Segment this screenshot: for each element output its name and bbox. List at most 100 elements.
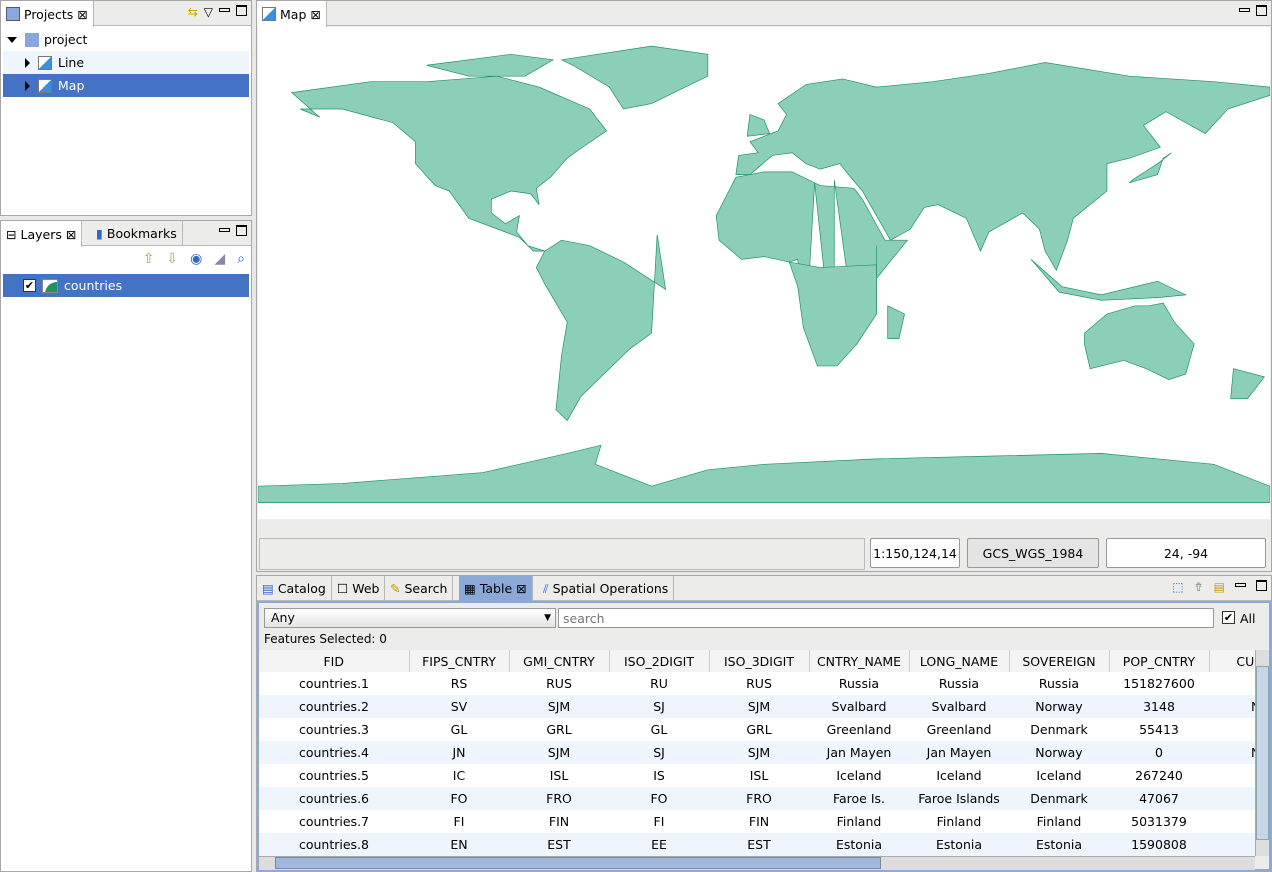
table-cell: GRL (546, 722, 572, 737)
table-row[interactable]: countries.4 JN SJM SJ SJM Jan Mayen Jan Mayen N… (259, 741, 1255, 764)
column-header[interactable]: FID (259, 650, 410, 672)
table-cell: countries.2 (259, 695, 409, 718)
table-cell: Denmark (1009, 787, 1109, 810)
table-cell: 47067 (1109, 787, 1209, 810)
column-header[interactable]: ISO_2DIGIT (609, 650, 710, 672)
tree-item-map[interactable]: Map (3, 74, 249, 97)
scale-field[interactable]: 1:150,124,14 (870, 538, 960, 568)
table-cell: 267240 (1135, 768, 1183, 783)
close-icon[interactable]: ⊠ (77, 7, 87, 22)
horizontal-scrollbar[interactable] (259, 856, 1255, 870)
table-row[interactable]: countries.1 RS RUS RU RUS Russia Russia Russia 1… (259, 672, 1255, 695)
column-header[interactable]: FIPS_CNTRY (409, 650, 510, 672)
table-cell: Russia (1038, 676, 1080, 691)
maximize-icon[interactable] (236, 225, 247, 236)
table-cell: RU (650, 676, 668, 691)
table-cell: Iceland (1036, 768, 1082, 783)
folder-icon (6, 7, 20, 21)
table-row[interactable]: countries.2 SV SJM SJ SJM Svalbard Svalbard Nor… (259, 695, 1255, 718)
column-header[interactable]: ISO_3DIGIT (709, 650, 810, 672)
table-cell: Jan Mayen (909, 741, 1009, 764)
column-header[interactable]: LONG_NAME (909, 650, 1010, 672)
crs-button[interactable]: GCS_WGS_1984 (967, 538, 1099, 568)
project-folder-icon (25, 32, 39, 47)
table-icon: ▦ (464, 581, 476, 596)
table-row[interactable]: countries.6 FO FRO FO FRO Faroe Is. Faroe Isla… (259, 787, 1255, 810)
africa-south (788, 261, 877, 367)
table-cell: 151827600 (1123, 676, 1195, 691)
down-arrow-icon[interactable]: ⇩ (166, 251, 178, 267)
south-america (535, 234, 667, 422)
column-header[interactable]: POP_CNTRY (1109, 650, 1210, 672)
tab-table[interactable]: ▦ Table ⊠ (459, 576, 533, 601)
bottom-tabbar: ▤ Catalog ☐ Web ✎ Search ▦ Table ⊠ ⫽ Spatial O… (257, 576, 1271, 601)
tab-layers[interactable]: ⊟ Layers ⊠ (1, 221, 83, 247)
layer-item-countries[interactable]: ✔ countries (3, 274, 249, 297)
minimize-icon[interactable] (219, 8, 230, 12)
expand-icon[interactable] (25, 80, 30, 91)
all-checkbox[interactable]: ✔ (1222, 611, 1235, 624)
close-icon[interactable]: ⊠ (66, 227, 76, 242)
promote-icon[interactable]: ⇮ (1194, 580, 1204, 594)
table-cell: Estonia (909, 833, 1009, 856)
map-canvas[interactable] (258, 27, 1270, 519)
triangle-icon[interactable]: ◢ (214, 251, 225, 267)
maximize-icon[interactable] (1256, 580, 1267, 591)
map-tabbar: Map ⊠ (257, 1, 1271, 27)
column-header[interactable]: CURR (1209, 650, 1255, 672)
table-cell: EST (709, 833, 809, 856)
table-cell: IS (653, 768, 665, 783)
close-icon[interactable]: ⊠ (516, 581, 526, 596)
tab-search[interactable]: ✎ Search (385, 576, 454, 601)
close-icon[interactable]: ⊠ (310, 7, 320, 22)
style-palette-icon[interactable]: ◉ (190, 251, 202, 267)
table-cell: Denmark (1030, 722, 1088, 737)
table-cell: Norway (1009, 741, 1109, 764)
map-icon (38, 55, 52, 70)
table-row[interactable]: countries.3 GL GRL GL GRL Greenland Greenland D… (259, 718, 1255, 741)
column-header[interactable]: GMI_CNTRY (509, 650, 610, 672)
search-input[interactable] (558, 608, 1214, 628)
maximize-icon[interactable] (1256, 5, 1267, 16)
view-menu-icon[interactable]: ▽ (204, 5, 213, 19)
maximize-icon[interactable] (236, 5, 247, 16)
minimize-icon[interactable] (1239, 8, 1250, 12)
projects-tabbar: Projects ⊠ ⇆ ▽ (1, 1, 251, 27)
table-cell: Finland (836, 814, 882, 829)
zoom-to-layer-icon[interactable]: ⌕ (237, 251, 245, 267)
table-cell: countries.4 (259, 741, 409, 764)
expand-icon[interactable] (25, 57, 30, 68)
export-icon[interactable]: ▤ (1214, 580, 1225, 594)
tab-bookmarks[interactable]: ▮ Bookmarks (91, 221, 183, 246)
link-icon[interactable]: ⇆ (188, 5, 198, 19)
table-cell: 5031379 (1131, 814, 1187, 829)
coordinates-field[interactable]: 24, -94 (1106, 538, 1266, 568)
table-cell: FRO (509, 787, 609, 810)
vertical-scrollbar[interactable] (1255, 650, 1269, 856)
minimize-icon[interactable] (219, 228, 230, 232)
table-row[interactable]: countries.5 IC ISL IS ISL Iceland Iceland Icela… (259, 764, 1255, 787)
tree-item-project[interactable]: project (3, 28, 249, 51)
select-icon[interactable]: ⬚ (1172, 580, 1183, 594)
up-arrow-icon[interactable]: ⇧ (143, 251, 155, 267)
tree-item-line[interactable]: Line (3, 51, 249, 74)
tab-spatial-operations[interactable]: ⫽ Spatial Operations (538, 576, 675, 601)
minimize-icon[interactable] (1235, 583, 1246, 587)
table-cell: Norway (1009, 695, 1109, 718)
expand-icon[interactable] (7, 36, 17, 43)
column-header[interactable]: SOVEREIGN (1009, 650, 1110, 672)
table-cell: 3148 (1109, 695, 1209, 718)
tab-catalog[interactable]: ▤ Catalog (257, 576, 332, 601)
table-row[interactable]: countries.7 FI FIN FI FIN Finland Finland Finla… (259, 810, 1255, 833)
layer-visibility-checkbox[interactable]: ✔ (23, 279, 36, 292)
table-cell: EN (409, 833, 509, 856)
table-cell: Svalbard (909, 695, 1009, 718)
attribute-filter-select[interactable]: Any ▼ (264, 608, 556, 628)
tab-web[interactable]: ☐ Web (332, 576, 386, 601)
column-header[interactable]: CNTRY_NAME (809, 650, 910, 672)
table-cell: Danis (1209, 718, 1255, 741)
web-icon: ☐ (337, 581, 349, 596)
table-row[interactable]: countries.8 EN EST EE EST Estonia Estonia Eston… (259, 833, 1255, 856)
tab-projects[interactable]: Projects ⊠ (1, 1, 94, 27)
tab-map[interactable]: Map ⊠ (257, 1, 327, 27)
